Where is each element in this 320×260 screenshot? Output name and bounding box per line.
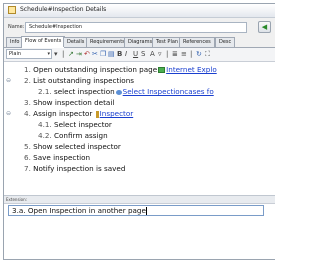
style-combo[interactable]: Plain ▾ [6,49,52,59]
font-color-icon[interactable]: ▿ [158,50,162,59]
inspection-details-window: Schedule#Inspection Details Name: Schedu… [3,3,275,260]
chevron-down-icon: ▾ [47,51,50,57]
dropdown-icon[interactable]: ▾ [54,50,58,59]
list-item[interactable]: 5. Show selected inspector [4,141,275,152]
list-item[interactable]: 3. Show inspection detail [4,97,275,108]
link-select-inspection[interactable]: Select Inspectioncases fo [123,87,214,96]
tab-requirements[interactable]: Requirements [86,37,129,47]
name-input[interactable]: Schedule#Inspection [25,22,247,33]
italic-icon[interactable]: I [125,50,127,59]
cut-icon[interactable]: ✂ [92,50,98,59]
underline-icon[interactable]: U [133,50,138,59]
list-item[interactable]: ⊖ 4. Assign inspector Inspector [4,108,275,119]
green-arrow-icon[interactable]: ◀ [258,21,271,33]
window-icon [8,6,16,14]
separator-icon: | [166,50,169,58]
tab-test-plan[interactable]: Test Plan [152,37,183,47]
align-left-icon[interactable]: ≣ [172,50,178,59]
format-toolbar: Plain ▾ ▾ | ↗ ⇥ ↶ ✂ ❐ ▤ B I U S A ▿ | ≣ … [4,48,275,62]
paste-icon[interactable]: ▤ [108,50,115,59]
list-item[interactable]: 4.2. Confirm assign [4,130,275,141]
image-icon[interactable]: ⛶ [205,50,210,59]
document-icon [158,67,166,73]
separator-icon: | [62,50,65,58]
insert-link-icon[interactable]: ↗ [68,50,74,59]
list-item[interactable]: 1. Open outstanding inspection page Inter… [4,64,275,75]
collapse-toggle-icon[interactable]: ⊖ [6,108,11,119]
extension-line[interactable]: 3.a. Open Inspection in another page [8,205,264,216]
actor-icon [95,110,99,118]
font-icon[interactable]: A [150,50,155,59]
text-caret [145,207,147,215]
use-case-icon [115,89,122,95]
redo-icon[interactable]: ↻ [196,50,202,59]
list-item[interactable]: 7. Notify inspection is saved [4,163,275,174]
extensions-editor[interactable]: 3.a. Open Inspection in another page [4,204,275,259]
extensions-header: Extension: [4,196,275,204]
flow-of-events-editor[interactable]: 1. Open outstanding inspection page Inter… [4,62,275,196]
tab-desc[interactable]: Desc [215,37,236,47]
tab-details[interactable]: Details [63,37,89,47]
collapse-toggle-icon[interactable]: ⊖ [6,75,11,86]
tab-flow-of-events[interactable]: Flow of Events [21,36,66,48]
list-item[interactable]: 6. Save inspection [4,152,275,163]
name-row: Name: Schedule#Inspection ◀ [4,21,275,35]
window-title: Schedule#Inspection Details [20,6,107,13]
align-center-icon[interactable]: ≡ [181,50,187,59]
list-item[interactable]: 2.1. select inspection Select Inspectionc… [4,86,275,97]
copy-icon[interactable]: ❐ [100,50,106,59]
title-bar: Schedule#Inspection Details [4,4,275,18]
separator-icon: | [190,50,193,58]
bold-icon[interactable]: B [117,50,122,59]
undo-icon[interactable]: ↶ [84,50,90,59]
list-item[interactable]: 4.1. Select inspector [4,119,275,130]
list-item[interactable]: ⊖ 2. List outstanding inspections [4,75,275,86]
tab-strip: Info Flow of Events Details Requirements… [4,35,275,48]
strikethrough-icon[interactable]: S [141,50,145,59]
tab-references[interactable]: References [179,37,215,47]
link-internet-explorer[interactable]: Internet Explo [166,65,217,74]
name-label: Name: [8,24,25,30]
link-inspector[interactable]: Inspector [100,109,134,118]
indent-icon[interactable]: ⇥ [76,50,82,59]
